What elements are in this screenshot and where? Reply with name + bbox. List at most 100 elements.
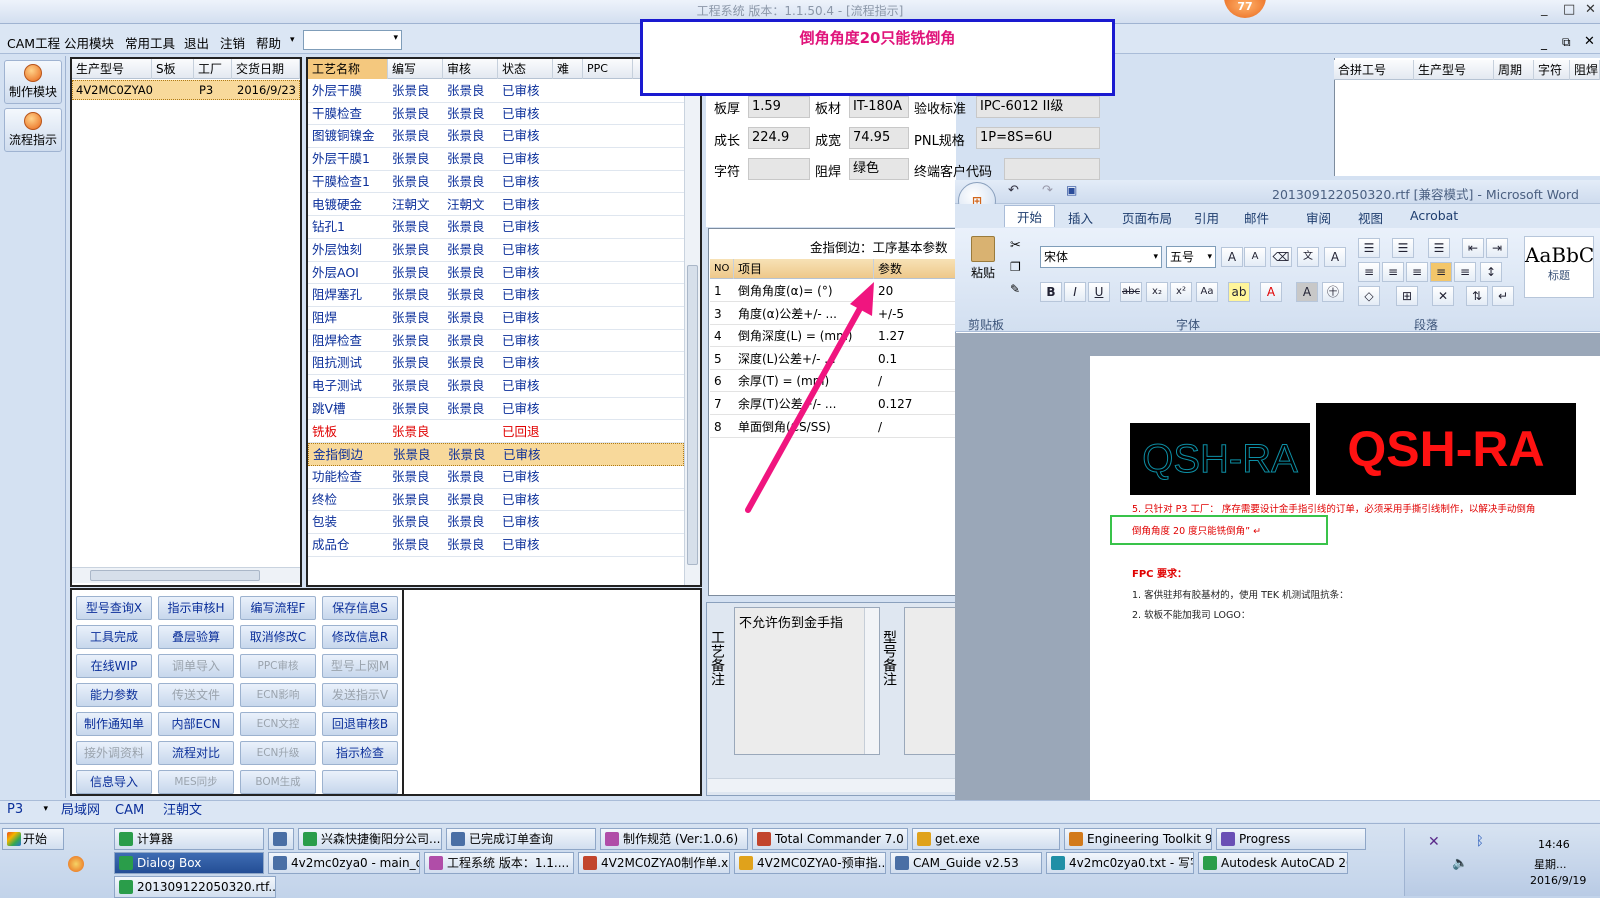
bold-icon[interactable]: B	[1040, 282, 1062, 302]
width-field[interactable]: 74.95	[849, 127, 909, 149]
orders-hscrollbar[interactable]	[72, 567, 300, 583]
close-button[interactable]: ✕	[1585, 2, 1596, 17]
thickness-field[interactable]: 1.59	[748, 96, 810, 118]
process-row[interactable]: 成品仓 张景良 张景良 已审核	[308, 534, 684, 557]
word-tab-4[interactable]: 邮件	[1244, 208, 1269, 227]
process-row[interactable]: 外层干膜1 张景良 张景良 已审核	[308, 148, 684, 171]
mdi-close-button[interactable]: ✕	[1584, 34, 1595, 49]
save-icon[interactable]: ▣	[1066, 183, 1077, 197]
increase-indent-icon[interactable]: ⇥	[1486, 238, 1508, 258]
change-case-icon[interactable]: Aa	[1196, 282, 1218, 302]
make-module-button[interactable]: 制作模块	[4, 60, 62, 104]
action-button-0-1[interactable]: 指示审核H	[158, 596, 234, 620]
font-size-select[interactable]: 五号 ▾	[1166, 246, 1216, 268]
customer-field[interactable]	[1004, 158, 1100, 180]
menu-tools[interactable]: 常用工具	[125, 33, 175, 52]
model-note-box[interactable]	[904, 607, 958, 755]
status-cam[interactable]: CAM	[112, 802, 147, 820]
process-row[interactable]: 铣板 张景良 已回退	[308, 421, 684, 444]
col-merge-char[interactable]: 字符	[1534, 60, 1570, 80]
shading-icon[interactable]: ◇	[1358, 286, 1380, 306]
process-row[interactable]: 阻焊 张景良 张景良 已审核	[308, 307, 684, 330]
taskbar-button[interactable]	[268, 828, 294, 850]
enclose-char-icon[interactable]: ㊉	[1322, 282, 1344, 302]
action-button-4-0[interactable]: 制作通知单	[76, 712, 152, 736]
taskbar-button[interactable]: 工程系统 版本：1.1....	[424, 852, 574, 874]
copy-icon[interactable]: ❐	[1010, 260, 1021, 274]
col-difficulty[interactable]: 难	[553, 59, 583, 79]
word-tab-1[interactable]: 插入	[1068, 208, 1093, 227]
char-border-icon[interactable]: A	[1324, 247, 1346, 267]
phonetic-icon[interactable]: 文	[1297, 247, 1319, 267]
bullets-icon[interactable]: ☰	[1358, 238, 1380, 258]
process-row[interactable]: 电子测试 张景良 张景良 已审核	[308, 375, 684, 398]
decrease-indent-icon[interactable]: ⇤	[1462, 238, 1484, 258]
taskbar-button[interactable]: Total Commander 7.0 ...	[752, 828, 908, 850]
process-row[interactable]: 钻孔1 张景良 张景良 已审核	[308, 216, 684, 239]
action-button-2-0[interactable]: 在线WIP	[76, 654, 152, 678]
mdi-restore-button[interactable]: ⧉	[1562, 35, 1571, 50]
asian-layout-icon[interactable]: ✕	[1432, 286, 1454, 306]
action-button-3-0[interactable]: 能力参数	[76, 683, 152, 707]
col-process[interactable]: 工艺名称	[308, 59, 388, 79]
word-tab-5[interactable]: 审阅	[1306, 208, 1331, 227]
shrink-font-icon[interactable]: A	[1244, 247, 1266, 267]
action-button-6-1[interactable]: MES同步	[158, 770, 234, 794]
format-painter-icon[interactable]: ✎	[1010, 282, 1020, 296]
process-row[interactable]: 阻抗测试 张景良 张景良 已审核	[308, 352, 684, 376]
undo-icon[interactable]: ↶	[1008, 183, 1019, 198]
minimize-button[interactable]: _	[1541, 2, 1548, 17]
col-s[interactable]: S板	[152, 59, 194, 79]
taskbar-button[interactable]: 4v2mc0zya0.txt - 写字板	[1046, 852, 1194, 874]
show-marks-icon[interactable]: ↵	[1492, 286, 1514, 306]
material-field[interactable]: IT-180A	[849, 96, 909, 118]
align-left-icon[interactable]: ≡	[1358, 262, 1380, 282]
action-button-5-3[interactable]: 指示检查	[322, 741, 398, 765]
numbering-icon[interactable]: ☰	[1392, 238, 1414, 258]
tray-network-icon[interactable]: ✕	[1428, 834, 1440, 850]
action-button-5-2[interactable]: ECN升级	[240, 741, 316, 765]
length-field[interactable]: 224.9	[748, 127, 810, 149]
col-item[interactable]: 项目	[734, 259, 874, 279]
subscript-icon[interactable]: x₂	[1146, 282, 1168, 302]
col-value[interactable]: 参数	[874, 259, 956, 279]
word-tab-3[interactable]: 引用	[1194, 208, 1219, 227]
action-button-2-2[interactable]: PPC审核	[240, 654, 316, 678]
note-scrollbar[interactable]	[864, 608, 879, 754]
menu-combo[interactable]: ▾	[303, 30, 402, 50]
process-row[interactable]: 阻焊塞孔 张景良 张景良 已审核	[308, 284, 684, 307]
process-row[interactable]: 电镀硬金 汪朝文 汪朝文 已审核	[308, 194, 684, 217]
taskbar-button[interactable]: 4V2MC0ZYA0-预审指...	[734, 852, 886, 874]
char-shading-icon[interactable]: A	[1296, 282, 1318, 302]
action-button-3-3[interactable]: 发送指示V	[322, 683, 398, 707]
action-button-3-2[interactable]: ECN影响	[240, 683, 316, 707]
col-merge-mask[interactable]: 阻焊	[1570, 60, 1600, 80]
sort-icon[interactable]: ⇅	[1466, 286, 1488, 306]
col-model[interactable]: 生产型号	[72, 59, 152, 79]
taskbar-button[interactable]: 已完成订单查询	[446, 828, 596, 850]
col-reviewer[interactable]: 审核	[443, 59, 498, 79]
menu-exit[interactable]: 退出	[184, 33, 209, 52]
superscript-icon[interactable]: x²	[1170, 282, 1192, 302]
word-tab-7[interactable]: Acrobat	[1410, 208, 1458, 223]
col-no[interactable]: NO	[710, 259, 734, 279]
action-button-1-2[interactable]: 取消修改C	[240, 625, 316, 649]
taskbar-button[interactable]: 4v2mc0zya0 - main_qa	[268, 852, 420, 874]
align-right-icon[interactable]: ≡	[1406, 262, 1428, 282]
distribute-icon[interactable]: ≡	[1454, 262, 1476, 282]
col-status[interactable]: 状态	[498, 59, 553, 79]
process-row[interactable]: 外层干膜 张景良 张景良 已审核	[308, 80, 684, 103]
tray-bluetooth-icon[interactable]: ᛒ	[1476, 834, 1484, 849]
taskbar-button[interactable]: Autodesk AutoCAD 201...	[1198, 852, 1348, 874]
clock-time[interactable]: 14:46	[1538, 838, 1570, 851]
paste-button[interactable]: 粘贴	[966, 236, 1000, 294]
mdi-minimize-button[interactable]: _	[1541, 36, 1547, 50]
action-button-5-1[interactable]: 流程对比	[158, 741, 234, 765]
justify-icon[interactable]: ≡	[1430, 262, 1452, 282]
notes-hscrollbar[interactable]	[708, 778, 958, 792]
tray-volume-icon[interactable]: 🔈	[1452, 856, 1468, 871]
taskbar-button[interactable]: 计算器	[114, 828, 264, 850]
menu-logout[interactable]: 注销	[220, 33, 245, 52]
redo-icon[interactable]: ↷	[1042, 183, 1053, 198]
align-center-icon[interactable]: ≡	[1382, 262, 1404, 282]
